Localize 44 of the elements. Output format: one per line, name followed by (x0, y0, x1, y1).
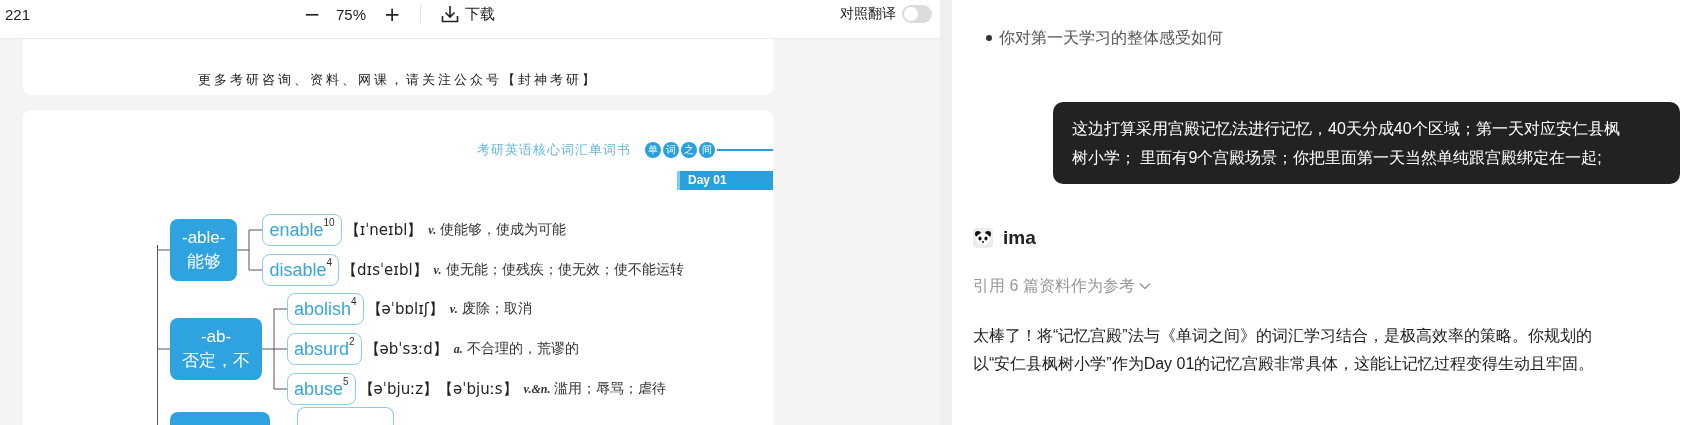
definition: a. 不合理的，荒谬的 (453, 340, 579, 358)
branch-line (157, 249, 170, 251)
assistant-reply: 太棒了！将“记忆宫殿”法与《单词之间》的词汇学习结合，是极高效率的策略。你规划的以“安仁县枫树小学”作为Day 01的记忆宫殿非常具体，这能让记忆过程变得生动且牢固。 (973, 326, 1596, 374)
title-badge-char: 词 (663, 142, 679, 158)
assistant-name: ima (1003, 227, 1036, 249)
panda-icon (973, 228, 993, 248)
download-icon (441, 5, 460, 23)
zoom-in-button[interactable]: + (380, 2, 405, 26)
definition: v. 使无能；使残疾；使无效；使不能运转 (433, 261, 684, 279)
title-badge-char: 单 (645, 142, 661, 158)
header-rule (717, 149, 773, 151)
definition: v.&n. 滥用；辱骂；虐待 (523, 380, 667, 398)
phonetic: 【ɪˈneɪbl】 (344, 220, 423, 240)
title-badge-char: 之 (681, 142, 697, 158)
phonetic: 【əˈbjuːz】【əˈbjuːs】 (358, 379, 518, 399)
word-box: disable$^{4}$ (262, 254, 340, 286)
title-badge-char: 间 (699, 142, 715, 158)
bullet-icon (986, 35, 992, 41)
book-title: 考研英语核心词汇单词书 (477, 141, 631, 159)
list-item: 你对第一天学习的整体感受如何 (999, 27, 1223, 48)
compare-translation-label: 对照翻译 (840, 5, 896, 23)
word-box: abolish$^{4}$ (287, 293, 364, 325)
day-label: Day 01 (677, 171, 773, 190)
word-box: abuse$^{5}$ (287, 373, 356, 405)
branch-line (157, 348, 170, 350)
word-box: absurd$^{2}$ (287, 333, 362, 365)
phonetic: 【əbˈsɜːd】 (364, 339, 448, 359)
page-footer: 更多考研咨询、资料、网课，请关注公众号【封神考研】 (198, 71, 598, 89)
zoom-level: 75% (336, 5, 367, 23)
phonetic: 【dɪsˈeɪbl】 (342, 260, 428, 280)
affix: -ab- (200, 326, 232, 348)
download-button[interactable]: 下载 (441, 4, 496, 24)
page-number: 221 (5, 5, 31, 23)
chevron-down-icon (1138, 282, 1151, 290)
affix: -able- (182, 227, 226, 249)
word-box: enable$^{10}$ (262, 214, 342, 246)
definition: v. 使能够，使成为可能 (428, 221, 567, 239)
phonetic: 【əˈbɒlɪʃ】 (366, 299, 444, 319)
affix-meaning: 否定，不 (182, 350, 250, 372)
user-message: 这边打算采用宫殿记忆法进行记忆，40天分成40个区域；第一天对应安仁县枫树小学； 里面有9个宫殿场景；你把里面第一天当然单纯跟宫殿绑定在一起; (1053, 102, 1680, 184)
zoom-out-button[interactable]: − (300, 2, 325, 26)
affix-meaning: 能够 (186, 251, 221, 273)
toggle-switch[interactable] (902, 5, 932, 23)
definition: v. 废除；取消 (449, 300, 532, 318)
